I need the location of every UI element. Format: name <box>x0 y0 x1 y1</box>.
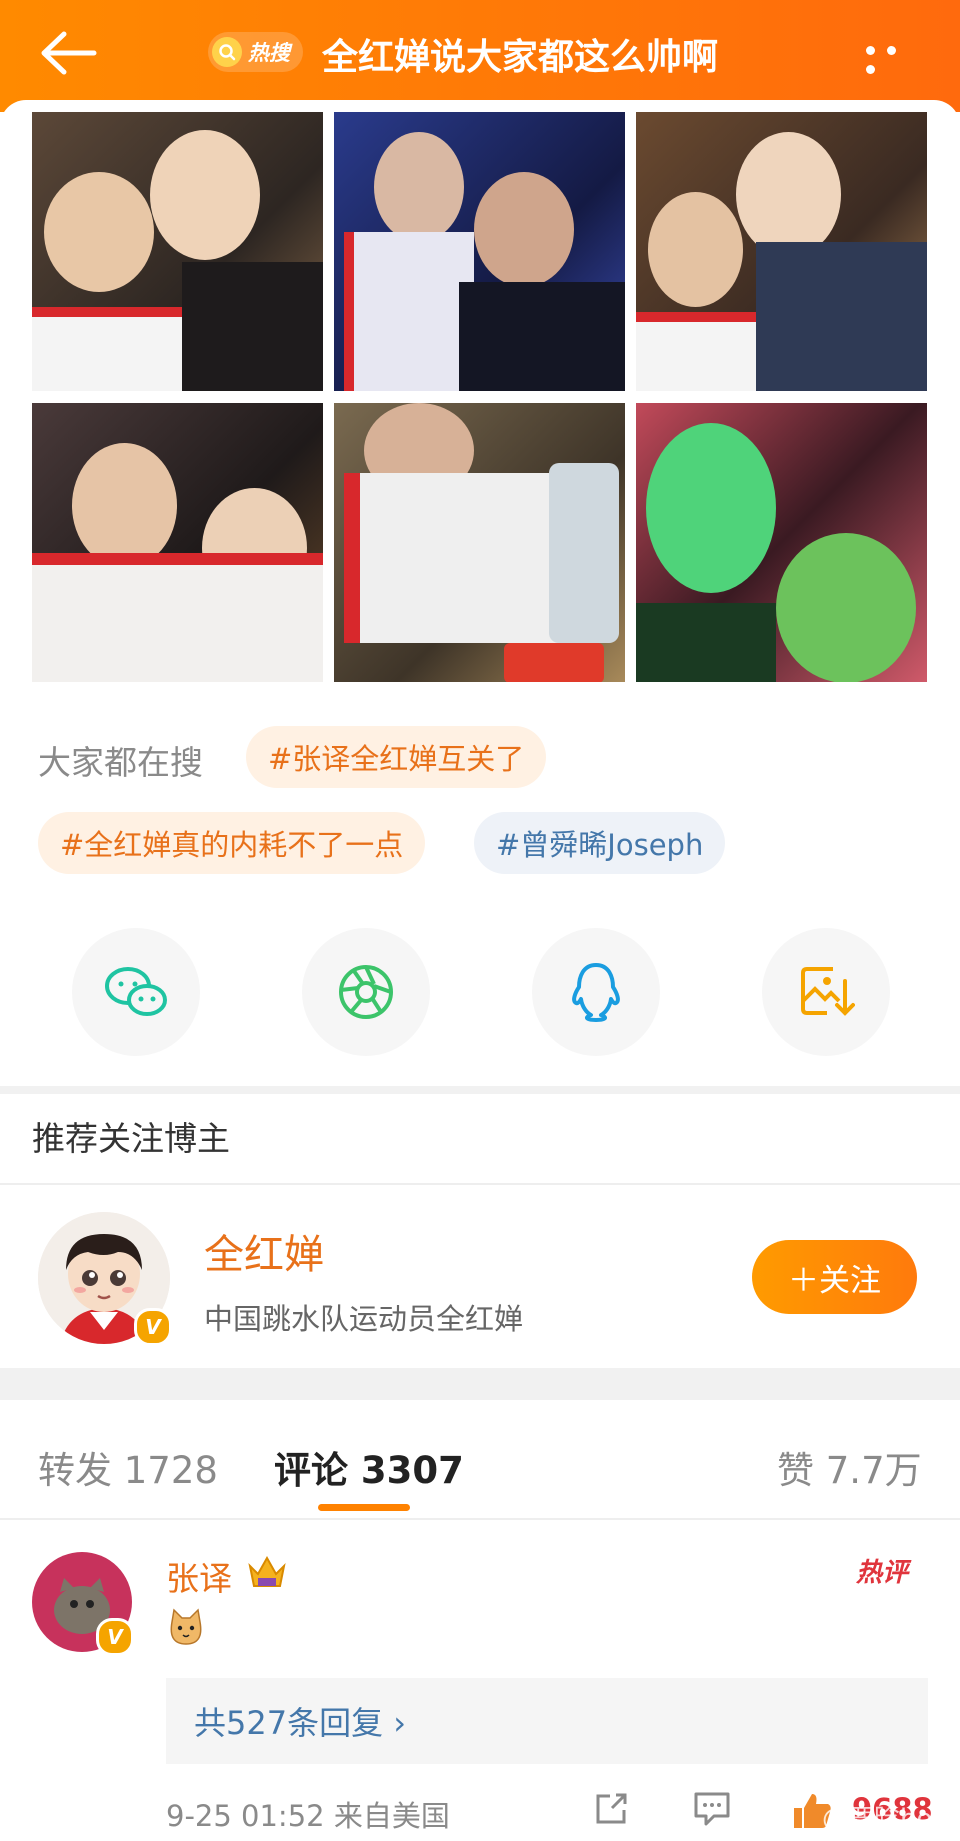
back-button[interactable] <box>38 28 98 78</box>
photo-1[interactable] <box>32 112 323 391</box>
wechat-icon <box>105 967 167 1016</box>
search-tag[interactable]: #曾舜晞Joseph <box>474 812 726 874</box>
hot-badge-label: 热搜 <box>248 41 290 65</box>
qq-icon <box>572 963 620 1022</box>
tab-comment[interactable]: 评论 3307 <box>274 1440 464 1494</box>
commenter-name[interactable]: 张译 <box>166 1552 232 1600</box>
moments-icon <box>339 965 393 1019</box>
share-qq-button[interactable] <box>532 928 660 1056</box>
search-label: 大家都在搜 <box>38 743 203 782</box>
page-title: 全红婵说大家都这么帅啊 <box>322 37 719 78</box>
recommend-name[interactable]: 全红婵 <box>204 1222 324 1280</box>
search-tag[interactable]: #全红婵真的内耗不了一点 <box>38 812 426 874</box>
photo-grid <box>32 112 928 682</box>
more-options-button[interactable] <box>866 40 926 74</box>
divider-line <box>0 1518 960 1520</box>
follow-button[interactable]: ＋关注 <box>752 1240 917 1314</box>
crown-icon <box>248 1555 286 1587</box>
photo-2[interactable] <box>334 112 625 391</box>
more-dots-icon <box>866 40 908 78</box>
active-tab-indicator <box>318 1504 410 1511</box>
section-divider <box>0 1368 960 1400</box>
back-arrow-icon <box>41 31 97 75</box>
comment-meta: 9-25 01:52 来自美国 <box>166 1799 450 1833</box>
photo-3[interactable] <box>636 112 927 391</box>
cat-emoji-icon <box>170 1608 202 1645</box>
top-bar: 热搜 全红婵说大家都这么帅啊 <box>0 0 960 112</box>
recommend-description: 中国跳水队运动员全红婵 <box>204 1302 524 1336</box>
tab-repost[interactable]: 转发 1728 <box>38 1440 218 1494</box>
share-moments-button[interactable] <box>302 928 430 1056</box>
hot-comment-badge: 热评 <box>856 1558 909 1588</box>
recommend-title: 推荐关注博主 <box>32 1119 230 1158</box>
search-icon <box>212 37 242 67</box>
hot-search-badge[interactable]: 热搜 <box>208 32 303 72</box>
photo-6[interactable] <box>636 403 927 682</box>
divider-line <box>0 1183 960 1185</box>
photo-5[interactable] <box>334 403 625 682</box>
share-wechat-button[interactable] <box>72 928 200 1056</box>
tab-like[interactable]: 赞 7.7万 <box>777 1440 922 1494</box>
save-image-icon <box>801 967 855 1016</box>
section-divider <box>0 1086 960 1094</box>
reply-count-label: 共527条回复 › <box>194 1704 407 1742</box>
verified-badge-icon: V <box>134 1308 172 1346</box>
verified-badge-icon: V <box>96 1618 134 1656</box>
watermark-text: @鹿晗bot <box>822 1804 943 1834</box>
share-icon[interactable] <box>592 1790 630 1828</box>
reply-count-button[interactable]: 共527条回复 › <box>166 1678 928 1764</box>
save-image-button[interactable] <box>762 928 890 1056</box>
reply-icon[interactable] <box>692 1790 732 1828</box>
search-tag[interactable]: #张译全红婵互关了 <box>246 726 547 788</box>
photo-4[interactable] <box>32 403 323 682</box>
